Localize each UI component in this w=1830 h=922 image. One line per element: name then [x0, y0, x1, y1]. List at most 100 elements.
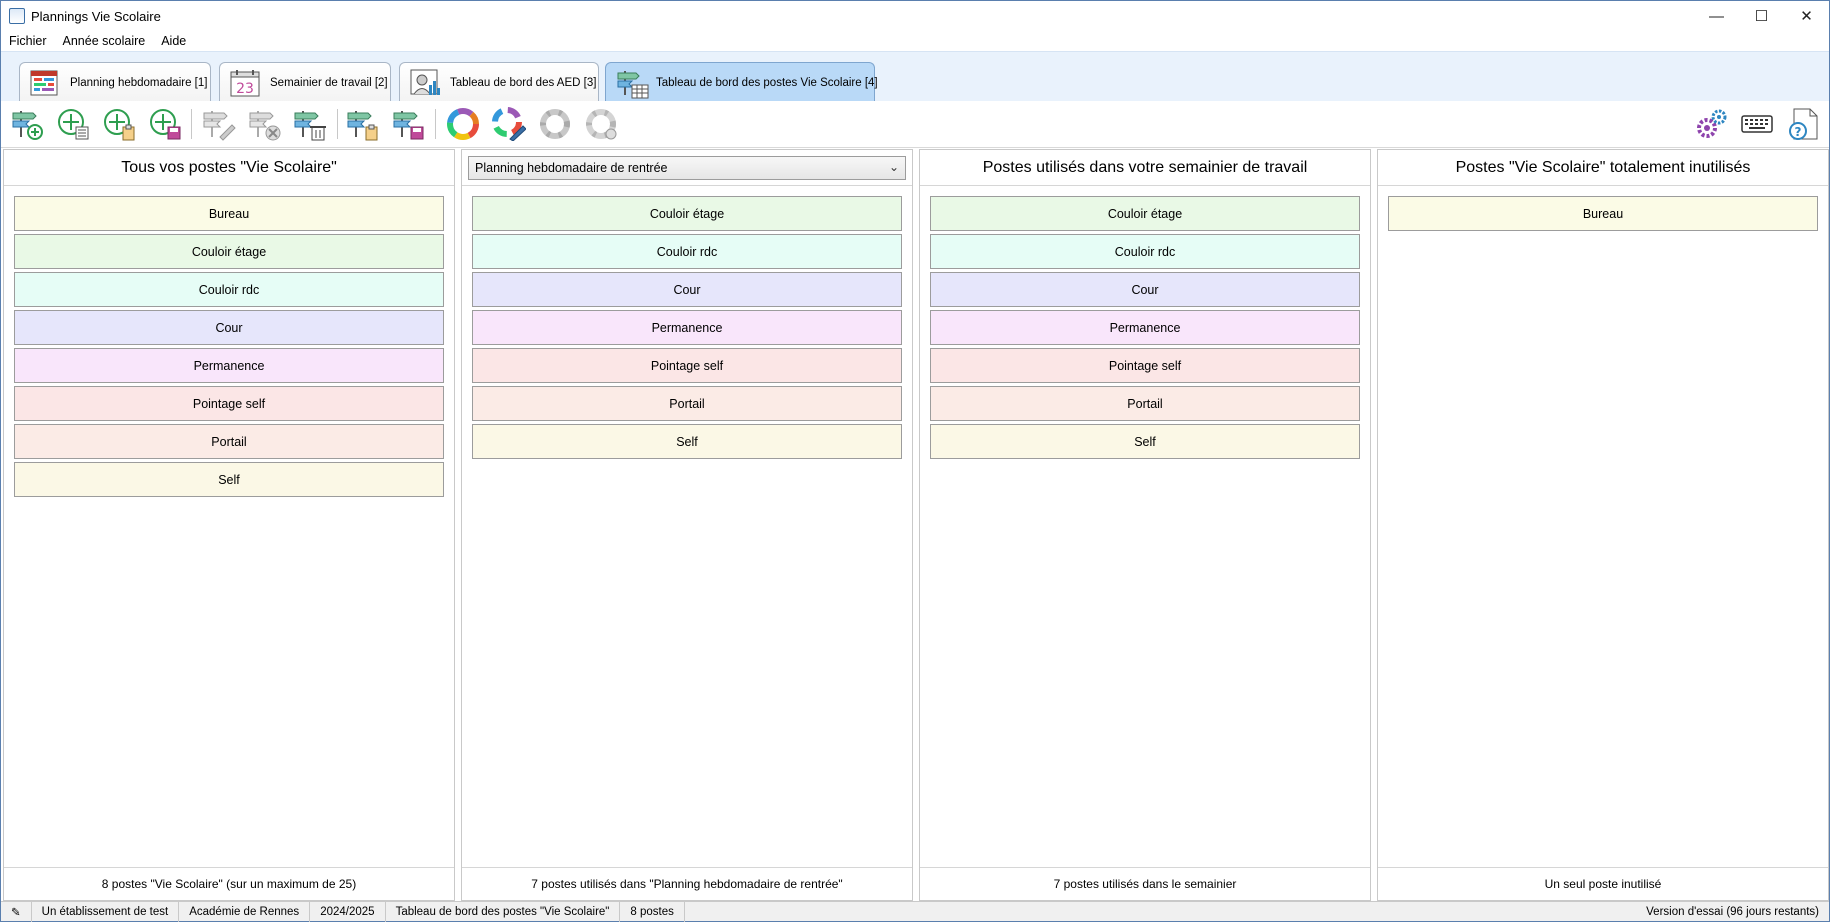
weekly-planning-icon [30, 69, 60, 97]
status-bar: ✎ Un établissement de test Académie de R… [1, 901, 1829, 922]
panel-title: Postes utilisés dans votre semainier de … [920, 150, 1370, 186]
minimize-button[interactable]: — [1694, 1, 1739, 31]
save-post-button[interactable] [391, 106, 427, 142]
planning-select[interactable]: Planning hebdomadaire de rentrée ⌄ [468, 155, 906, 180]
menu-aide[interactable]: Aide [153, 34, 194, 48]
post-item[interactable]: Cour [472, 272, 902, 307]
color-wheel-reset-icon [586, 109, 617, 140]
post-item[interactable]: Bureau [1388, 196, 1818, 231]
tab-semainier-de-travail[interactable]: 23 Semainier de travail [2] [219, 62, 391, 102]
panel-unused-posts: Postes "Vie Scolaire" totalement inutili… [1377, 149, 1829, 901]
add-list-button[interactable] [55, 106, 91, 142]
app-icon [9, 8, 25, 24]
tab-label: Tableau de bord des AED [3] [450, 76, 597, 89]
tab-label: Tableau de bord des postes Vie Scolaire … [656, 76, 878, 89]
close-button[interactable]: ✕ [1784, 1, 1829, 31]
color-wheel-icon [447, 108, 479, 140]
edit-indicator: ✎ [1, 901, 32, 922]
post-item[interactable]: Permanence [930, 310, 1360, 345]
tab-label: Semainier de travail [2] [270, 76, 388, 89]
add-save-button[interactable] [147, 106, 183, 142]
status-etablissement: Un établissement de test [32, 901, 180, 922]
pencil-icon: ✎ [11, 906, 21, 919]
edit-colors-button[interactable] [491, 106, 527, 142]
tab-strip: Planning hebdomadaire [1] 23 Semainier d… [1, 51, 1829, 102]
status-version: Version d'essai (96 jours restants) [1646, 905, 1819, 918]
reset-colors-button[interactable] [583, 106, 619, 142]
refresh-colors-button[interactable] [537, 106, 573, 142]
svg-text:23: 23 [236, 81, 254, 97]
post-item[interactable]: Couloir rdc [472, 234, 902, 269]
panel-all-posts: Tous vos postes "Vie Scolaire" Bureau Co… [3, 149, 455, 901]
post-item[interactable]: Pointage self [14, 386, 444, 421]
post-item[interactable]: Pointage self [930, 348, 1360, 383]
panel-title: Tous vos postes "Vie Scolaire" [4, 150, 454, 186]
chevron-down-icon: ⌄ [888, 159, 899, 174]
planning-select-value: Planning hebdomadaire de rentrée [475, 160, 668, 175]
post-item[interactable]: Couloir étage [930, 196, 1360, 231]
edit-post-button[interactable] [201, 106, 237, 142]
signpost-dashboard-icon [616, 69, 649, 98]
panel-footer: 7 postes utilisés dans "Planning hebdoma… [462, 867, 912, 900]
delete-post-button[interactable] [247, 106, 283, 142]
menu-fichier[interactable]: Fichier [1, 34, 55, 48]
post-item[interactable]: Self [930, 424, 1360, 459]
save-signpost-icon [393, 111, 424, 140]
colors-button[interactable] [445, 106, 481, 142]
post-item[interactable]: Couloir étage [14, 234, 444, 269]
paste-signpost-icon [347, 111, 378, 141]
trash-signpost-icon [294, 111, 326, 141]
panel-footer: 7 postes utilisés dans le semainier [920, 867, 1370, 900]
settings-button[interactable] [1693, 106, 1729, 142]
status-academie: Académie de Rennes [179, 901, 311, 922]
post-item[interactable]: Permanence [472, 310, 902, 345]
application-window: Plannings Vie Scolaire — ☐ ✕ Fichier Ann… [0, 0, 1830, 922]
paste-post-button[interactable] [345, 106, 381, 142]
edit-signpost-icon [203, 111, 236, 141]
maximize-button[interactable]: ☐ [1739, 1, 1784, 31]
post-item[interactable]: Couloir étage [472, 196, 902, 231]
panel-footer: Un seul poste inutilisé [1378, 867, 1828, 900]
post-list: Couloir étage Couloir rdc Cour Permanenc… [930, 196, 1360, 462]
panel-planning-posts: Planning hebdomadaire de rentrée ⌄ Coulo… [461, 149, 913, 901]
aed-dashboard-icon [410, 69, 440, 97]
panel-footer: 8 postes "Vie Scolaire" (sur un maximum … [4, 867, 454, 900]
toolbar-separator [435, 109, 436, 139]
toolbar-separator [191, 109, 192, 139]
add-save-icon [150, 109, 181, 140]
trash-post-button[interactable] [292, 106, 328, 142]
tab-planning-hebdomadaire[interactable]: Planning hebdomadaire [1] [19, 62, 211, 102]
calendar-23-icon: 23 [230, 69, 260, 97]
add-paste-button[interactable] [101, 106, 137, 142]
menu-annee-scolaire[interactable]: Année scolaire [55, 34, 154, 48]
panel-semainier-posts: Postes utilisés dans votre semainier de … [919, 149, 1371, 901]
add-post-button[interactable] [10, 106, 46, 142]
post-item[interactable]: Permanence [14, 348, 444, 383]
post-item[interactable]: Cour [14, 310, 444, 345]
post-item[interactable]: Self [14, 462, 444, 497]
delete-signpost-icon [249, 111, 281, 141]
status-vue: Tableau de bord des postes "Vie Scolaire… [386, 901, 621, 922]
add-clipboard-icon [104, 109, 135, 141]
post-item[interactable]: Portail [930, 386, 1360, 421]
post-item[interactable]: Self [472, 424, 902, 459]
post-item[interactable]: Portail [472, 386, 902, 421]
panel-title: Postes "Vie Scolaire" totalement inutili… [1378, 150, 1828, 186]
tab-label: Planning hebdomadaire [1] [70, 76, 208, 89]
post-item[interactable]: Bureau [14, 196, 444, 231]
tab-tableau-de-bord-aed[interactable]: Tableau de bord des AED [3] [399, 62, 599, 102]
keyboard-icon [1741, 115, 1773, 133]
post-item[interactable]: Couloir rdc [14, 272, 444, 307]
post-item[interactable]: Pointage self [472, 348, 902, 383]
window-title: Plannings Vie Scolaire [31, 8, 161, 24]
menu-bar: Fichier Année scolaire Aide [1, 31, 1829, 51]
keyboard-shortcuts-button[interactable] [1739, 106, 1775, 142]
post-item[interactable]: Couloir rdc [930, 234, 1360, 269]
title-bar: Plannings Vie Scolaire — ☐ ✕ [1, 1, 1829, 31]
post-list: Bureau [1388, 196, 1818, 234]
help-button[interactable]: ? [1785, 106, 1821, 142]
tab-tableau-de-bord-postes[interactable]: Tableau de bord des postes Vie Scolaire … [605, 62, 878, 102]
toolbar-separator [337, 109, 338, 139]
post-item[interactable]: Portail [14, 424, 444, 459]
post-item[interactable]: Cour [930, 272, 1360, 307]
